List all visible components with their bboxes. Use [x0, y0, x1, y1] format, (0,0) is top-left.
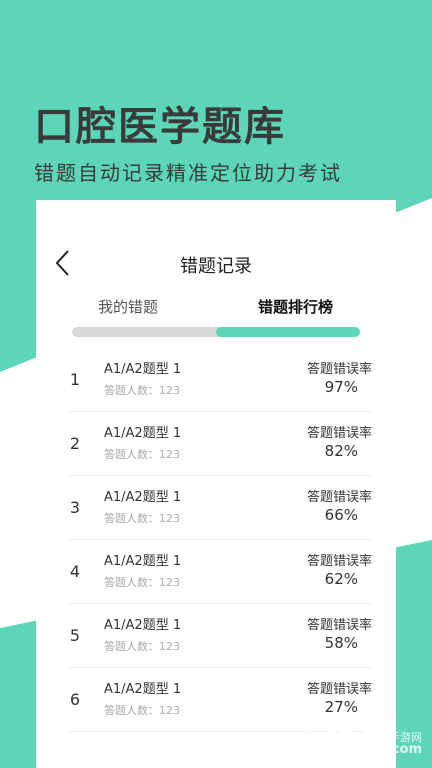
nav-bar: 错题记录 [36, 248, 396, 278]
ranking-row[interactable]: 1 A1/A2题型 1 答题人数：123 答题错误率 97% [68, 348, 372, 412]
tab-mistake-ranking[interactable]: 错题排行榜 [258, 296, 333, 317]
error-rate-value: 66% [324, 506, 358, 524]
rank-number: 5 [69, 626, 81, 645]
ranking-list: 1 A1/A2题型 1 答题人数：123 答题错误率 97% 2 A1/A2题型 1 答题人数… [68, 348, 372, 732]
tab-indicator-fill [216, 327, 360, 337]
question-name: A1/A2题型 1 [104, 362, 182, 377]
question-name: A1/A2题型 1 [104, 426, 182, 441]
rank-number: 1 [69, 370, 81, 389]
error-rate-label: 答题错误率 [306, 554, 372, 569]
rank-number: 2 [69, 434, 81, 453]
page-title: 错题记录 [180, 256, 252, 277]
watermark-domain: .com [386, 742, 422, 757]
question-name: A1/A2题型 1 [104, 554, 182, 569]
hero-title: 口腔医学题库 [34, 104, 286, 150]
tab-my-mistakes[interactable]: 我的错题 [98, 296, 158, 317]
error-rate-label: 答题错误率 [306, 682, 372, 697]
rank-number: 6 [69, 690, 81, 709]
tab-indicator-track [72, 327, 360, 337]
rank-number: 3 [69, 498, 81, 517]
rank-number: 4 [69, 562, 81, 581]
ranking-row[interactable]: 2 A1/A2题型 1 答题人数：123 答题错误率 82% [68, 412, 372, 476]
error-rate-value: 82% [324, 442, 358, 460]
question-name: A1/A2题型 1 [104, 490, 182, 505]
answer-count: 答题人数：123 [104, 384, 180, 397]
answer-count: 答题人数：123 [104, 704, 180, 717]
error-rate-label: 答题错误率 [306, 362, 372, 377]
error-rate-label: 答题错误率 [306, 426, 372, 441]
ranking-row[interactable]: 5 A1/A2题型 1 答题人数：123 答题错误率 58% [68, 604, 372, 668]
answer-count: 答题人数：123 [104, 640, 180, 653]
error-rate-label: 答题错误率 [306, 618, 372, 633]
question-name: A1/A2题型 1 [104, 618, 182, 633]
answer-count: 答题人数：123 [104, 448, 180, 461]
answer-count: 答题人数：123 [104, 576, 180, 589]
error-rate-value: 58% [324, 634, 358, 652]
ranking-row[interactable]: 3 A1/A2题型 1 答题人数：123 答题错误率 66% [68, 476, 372, 540]
error-rate-value: 27% [324, 698, 358, 716]
hero-subtitle: 错题自动记录精准定位助力考试 [34, 161, 342, 185]
error-rate-label: 答题错误率 [306, 490, 372, 505]
tab-bar: 我的错题 错题排行榜 [36, 296, 396, 324]
question-name: A1/A2题型 1 [104, 682, 182, 697]
error-rate-value: 62% [324, 570, 358, 588]
answer-count: 答题人数：123 [104, 512, 180, 525]
error-rate-value: 97% [324, 378, 358, 396]
watermark-number: 2265 [292, 716, 384, 756]
phone-screen: 错题记录 我的错题 错题排行榜 1 A1/A2题型 1 答题人数：123 答题错误率 9… [36, 200, 396, 768]
watermark: 2265 手游网 .com [292, 716, 422, 756]
ranking-row[interactable]: 4 A1/A2题型 1 答题人数：123 答题错误率 62% [68, 540, 372, 604]
